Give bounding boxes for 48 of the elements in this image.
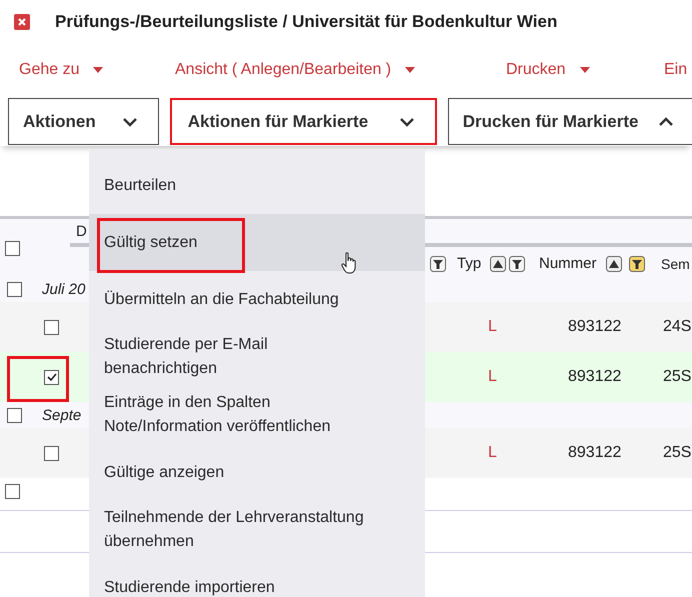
menu-item[interactable]: Teilnehmende der Lehrveranstaltung übernehmen — [89, 501, 425, 559]
checkbox[interactable] — [5, 241, 20, 256]
checkbox[interactable] — [44, 446, 59, 460]
dropdown-button[interactable]: Aktionen — [8, 98, 159, 145]
table-cell-text: 893122 — [567, 444, 622, 462]
menu-link[interactable]: Ansicht ( Anlegen/Bearbeiten ) — [175, 61, 506, 79]
hand-cursor-icon — [341, 252, 357, 274]
dropdown-button[interactable]: Aktionen für Markierte — [170, 98, 437, 145]
group-label: Juli 20 — [42, 280, 86, 298]
chevron-icon — [658, 116, 674, 126]
column-header[interactable]: Sem — [661, 256, 690, 272]
menu-item[interactable]: Beurteilen — [89, 157, 425, 214]
menu-link[interactable]: Drucken — [506, 61, 664, 79]
table-cell-text: 25S — [662, 444, 692, 462]
menu-item[interactable]: Übermitteln an die Fachabteilung — [89, 271, 425, 328]
sort-icon[interactable] — [490, 256, 506, 272]
menu-item[interactable]: Studierende per E-Mail benachrichtigen — [89, 328, 425, 386]
column-header[interactable]: Typ — [457, 255, 482, 272]
dropdown-button[interactable]: Drucken für Markierte — [448, 98, 692, 145]
chevron-icon — [122, 116, 138, 126]
table-cell-text: 25S — [662, 368, 692, 386]
filter-icon[interactable] — [628, 256, 645, 272]
chevron-icon — [398, 116, 415, 126]
menu-link[interactable]: Gehe zu — [19, 61, 175, 79]
column-header[interactable]: Nummer — [539, 255, 597, 272]
filter-icon[interactable] — [509, 256, 526, 272]
sort-icon[interactable] — [606, 256, 622, 272]
checkbox[interactable] — [7, 282, 22, 296]
checkbox[interactable] — [44, 320, 59, 334]
close-icon[interactable] — [14, 14, 30, 30]
table-cell-text: 24S — [662, 318, 692, 336]
checkbox[interactable] — [44, 370, 59, 384]
filter-icon[interactable] — [430, 256, 446, 272]
menu-item[interactable]: Studierende importieren — [89, 559, 425, 597]
table-cell-text: L — [487, 368, 498, 386]
table-cell-text: 893122 — [567, 318, 622, 336]
menu-item[interactable]: Einträge in den Spalten Note/Information veröffentlichen — [89, 386, 425, 444]
column-header[interactable]: D — [76, 223, 87, 240]
table-cell-text: L — [487, 444, 498, 462]
menu-item[interactable]: Gültige anzeigen — [89, 444, 425, 501]
table-cell-text: 893122 — [567, 368, 622, 386]
checkbox[interactable] — [5, 484, 20, 499]
checkbox[interactable] — [7, 408, 22, 422]
menu-link[interactable]: Ein — [664, 61, 692, 79]
window-title: Prüfungs-/Beurteilungsliste / Universität für Bodenkultur Wien — [55, 12, 558, 32]
menu-item[interactable]: Gültig setzen — [89, 214, 425, 271]
table-cell-text: L — [487, 318, 498, 336]
group-label: Septe — [42, 406, 82, 424]
